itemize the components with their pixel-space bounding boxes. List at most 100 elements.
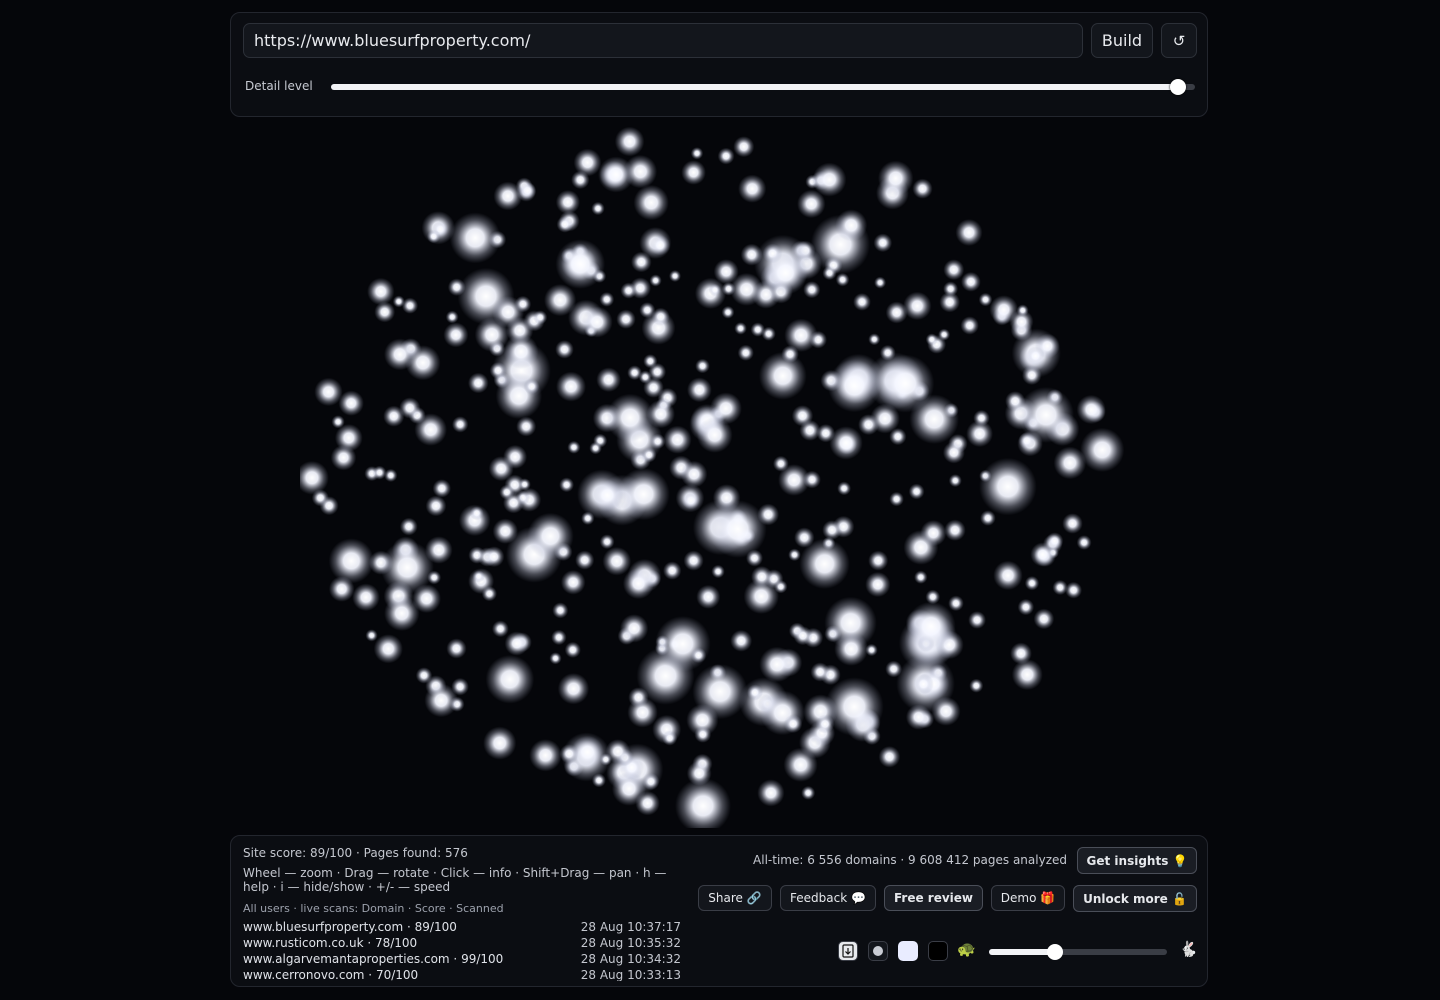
graph-node[interactable]	[446, 638, 467, 659]
get-insights-button[interactable]: Get insights 💡	[1077, 847, 1197, 874]
graph-node[interactable]	[993, 560, 1023, 591]
graph-node[interactable]	[650, 433, 666, 450]
graph-node[interactable]	[602, 546, 632, 576]
graph-node[interactable]	[1017, 598, 1035, 616]
scan-row[interactable]: www.bluesurfproperty.com · 89/100 28 Aug…	[243, 919, 681, 935]
graph-node[interactable]	[523, 378, 540, 395]
graph-node[interactable]	[449, 212, 501, 264]
graph-node[interactable]	[1033, 608, 1055, 630]
graph-node[interactable]	[778, 464, 810, 496]
graph-node[interactable]	[942, 441, 965, 464]
graph-node[interactable]	[943, 259, 965, 281]
graph-node[interactable]	[533, 310, 548, 325]
graph-node[interactable]	[575, 550, 595, 570]
url-input[interactable]	[243, 23, 1083, 58]
graph-node[interactable]	[483, 546, 505, 568]
graph-node[interactable]	[1018, 386, 1074, 443]
graph-node[interactable]	[874, 276, 887, 289]
graph-node[interactable]	[514, 295, 532, 313]
graph-node[interactable]	[669, 270, 681, 282]
graph-node[interactable]	[810, 662, 830, 682]
graph-node[interactable]	[472, 570, 485, 583]
graph-node[interactable]	[489, 362, 507, 379]
speed-thumb[interactable]	[1046, 944, 1063, 960]
graph-node[interactable]	[616, 309, 636, 329]
graph-node[interactable]	[633, 184, 669, 221]
graph-node[interactable]	[365, 629, 378, 642]
graph-node[interactable]	[948, 595, 964, 612]
graph-node[interactable]	[638, 370, 652, 384]
graph-node[interactable]	[330, 444, 357, 471]
graph-node[interactable]	[690, 647, 707, 664]
graph-node[interactable]	[853, 293, 871, 311]
graph-node[interactable]	[761, 326, 776, 341]
graph-node[interactable]	[481, 586, 497, 602]
graph-node[interactable]	[415, 667, 433, 684]
detail-level-slider[interactable]	[331, 79, 1195, 95]
graph-node[interactable]	[868, 550, 889, 571]
graph-node[interactable]	[426, 229, 441, 244]
graph-node[interactable]	[555, 340, 574, 359]
graph-node[interactable]	[1052, 579, 1068, 596]
graph-node[interactable]	[793, 626, 813, 646]
graph-node[interactable]	[623, 154, 658, 189]
graph-node[interactable]	[622, 567, 655, 600]
graph-node[interactable]	[925, 333, 938, 346]
graph-node[interactable]	[552, 602, 569, 619]
graph-node[interactable]	[503, 444, 528, 469]
graph-node[interactable]	[944, 519, 966, 541]
graph-node[interactable]	[469, 506, 484, 521]
graph-node[interactable]	[468, 372, 489, 394]
graph-node[interactable]	[683, 550, 704, 571]
graph-node[interactable]	[822, 520, 842, 540]
graph-node[interactable]	[681, 160, 706, 185]
graph-node[interactable]	[873, 233, 893, 253]
graph-node[interactable]	[938, 328, 951, 341]
graph-node[interactable]	[695, 358, 710, 374]
graph-node[interactable]	[1011, 659, 1043, 691]
graph-node[interactable]	[885, 301, 908, 324]
graph-node[interactable]	[651, 307, 670, 326]
graph-node[interactable]	[730, 629, 753, 652]
graph-node[interactable]	[503, 492, 525, 514]
graph-node[interactable]	[383, 405, 405, 427]
graph-node[interactable]	[559, 744, 579, 764]
graph-node[interactable]	[655, 616, 711, 672]
graph-node[interactable]	[913, 673, 934, 695]
graph-node[interactable]	[943, 281, 959, 297]
speed-slider[interactable]	[989, 944, 1167, 960]
graph-node[interactable]	[1076, 394, 1106, 425]
graph-node[interactable]	[331, 415, 345, 429]
graph-node[interactable]	[774, 580, 788, 594]
graph-node[interactable]	[801, 785, 816, 800]
graph-node[interactable]	[571, 170, 590, 190]
site-graph-canvas[interactable]	[300, 118, 1130, 828]
graph-node[interactable]	[443, 322, 469, 348]
graph-node[interactable]	[969, 678, 984, 693]
graph-node[interactable]	[905, 704, 932, 730]
graph-node[interactable]	[544, 284, 577, 317]
graph-node[interactable]	[751, 566, 773, 588]
graph-node[interactable]	[384, 468, 398, 482]
graph-node[interactable]	[560, 570, 586, 595]
graph-node[interactable]	[591, 773, 606, 788]
scan-row[interactable]: www.algarvemantaproperties.com · 99/100 …	[243, 951, 681, 967]
reset-button[interactable]: ↺	[1161, 23, 1197, 58]
graph-node[interactable]	[596, 367, 621, 392]
graph-node[interactable]	[518, 478, 531, 491]
graph-node[interactable]	[591, 479, 624, 512]
graph-node[interactable]	[708, 500, 767, 558]
graph-node[interactable]	[692, 664, 748, 720]
demo-button[interactable]: Demo 🎁	[991, 885, 1065, 911]
graph-node[interactable]	[784, 318, 818, 352]
graph-node[interactable]	[649, 274, 662, 287]
graph-node[interactable]	[834, 631, 869, 666]
graph-node[interactable]	[314, 377, 343, 407]
graph-node[interactable]	[908, 483, 925, 500]
graph-node[interactable]	[503, 334, 539, 369]
graph-node[interactable]	[663, 561, 682, 580]
graph-node[interactable]	[425, 495, 447, 517]
graph-node[interactable]	[979, 457, 1037, 516]
graph-node[interactable]	[708, 283, 722, 297]
feedback-button[interactable]: Feedback 💬	[780, 885, 876, 911]
